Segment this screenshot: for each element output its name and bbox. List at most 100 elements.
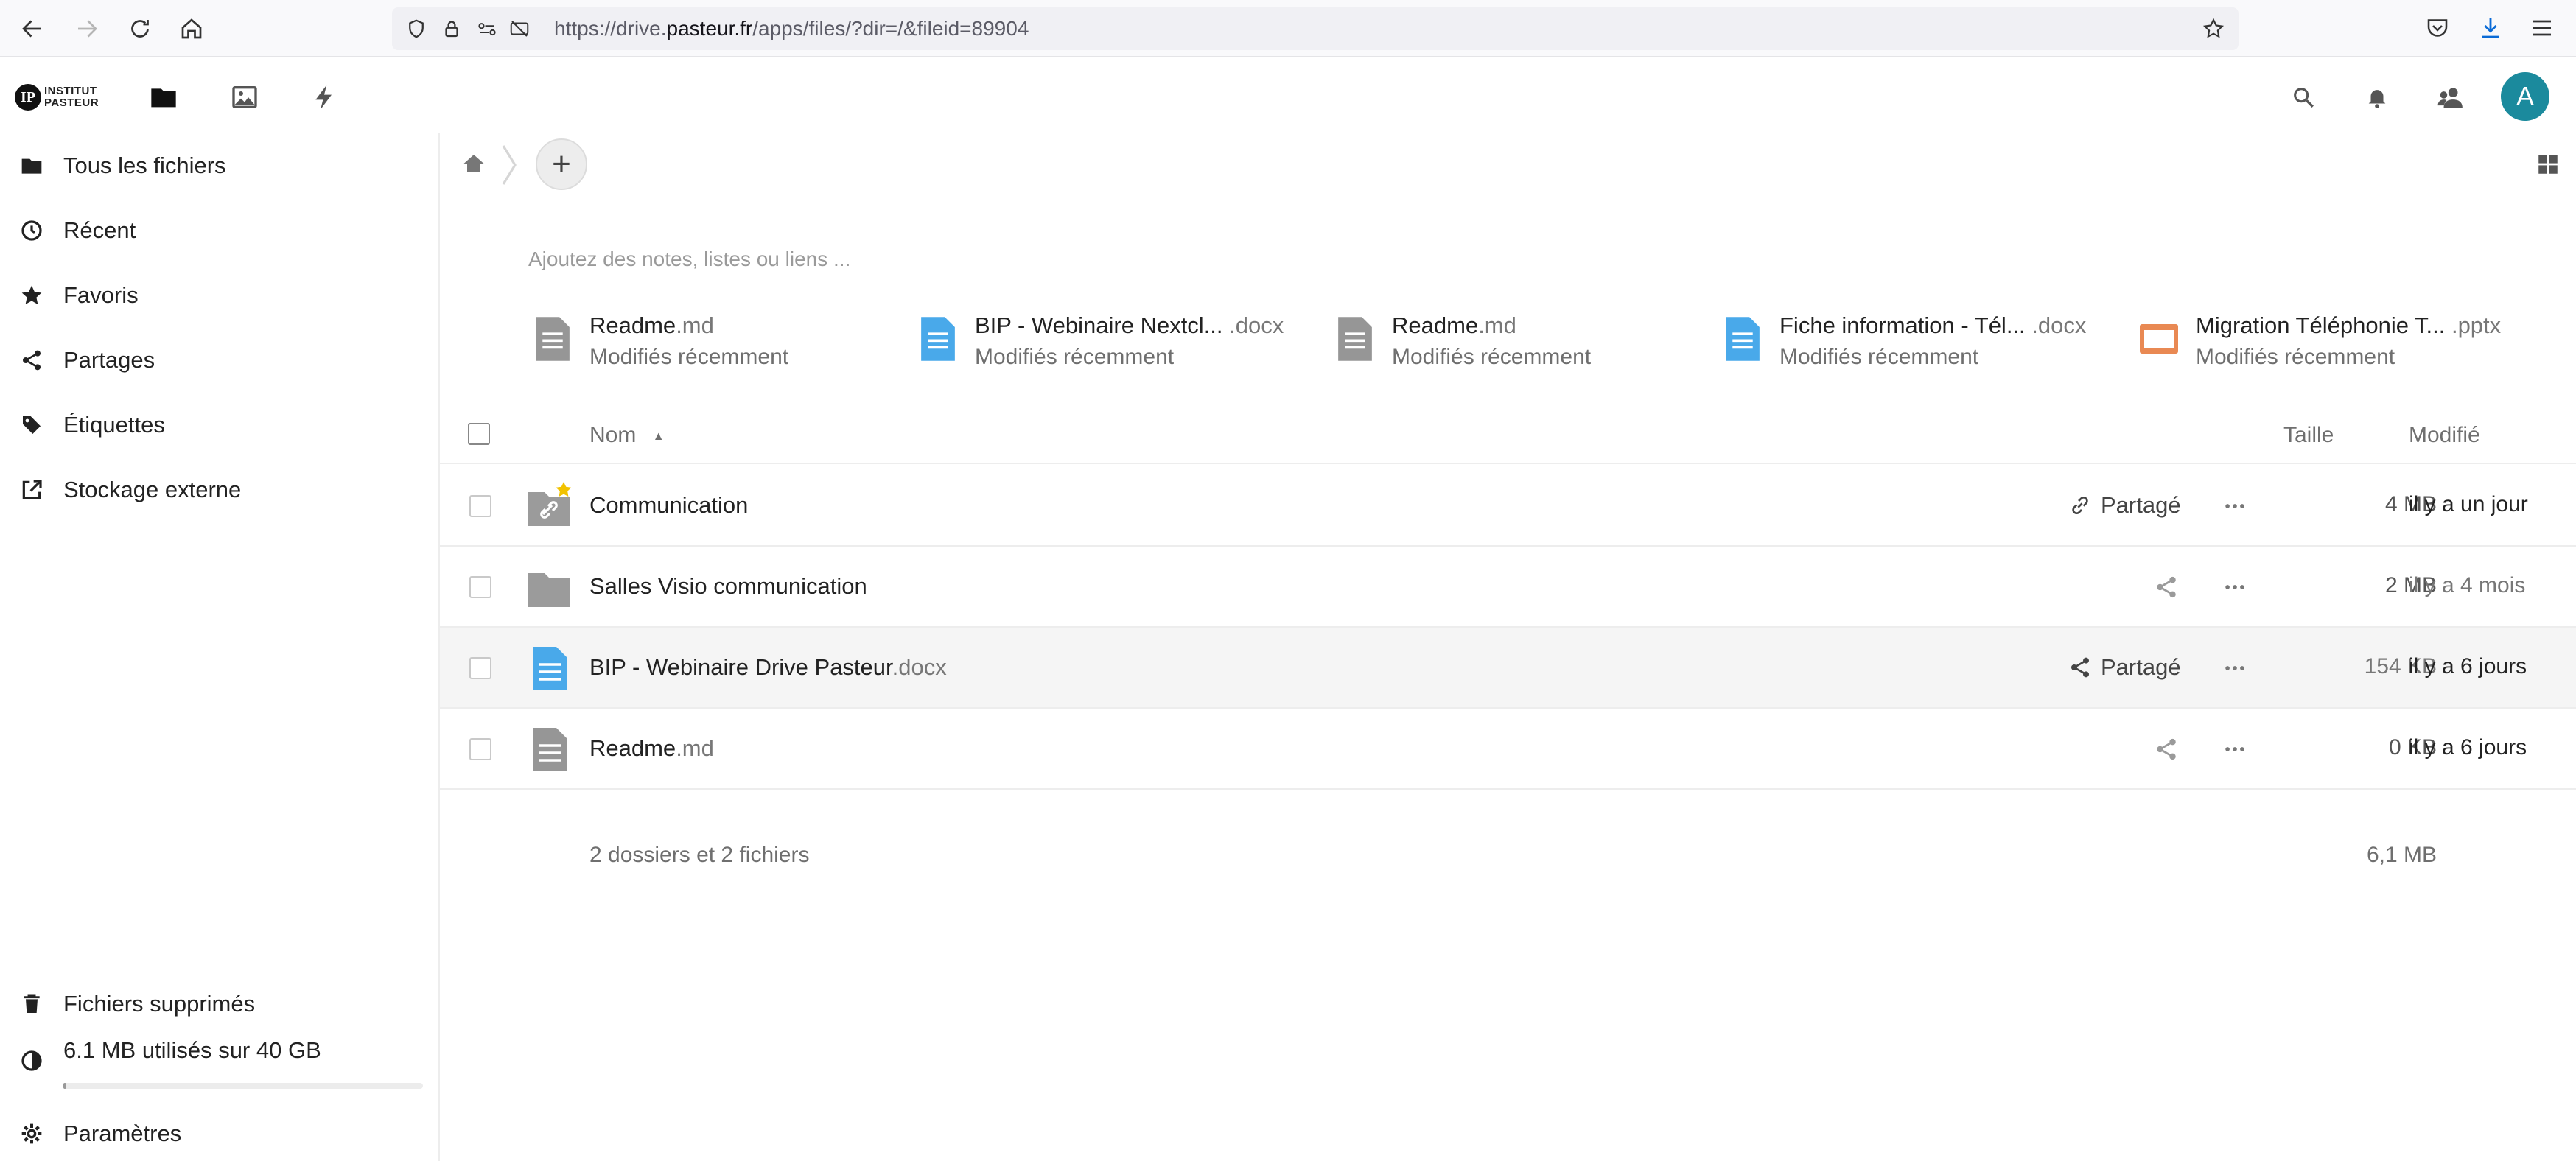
breadcrumb-home-icon[interactable] xyxy=(461,150,487,177)
file-name[interactable]: Salles Visio communication xyxy=(589,573,867,600)
forward-button[interactable] xyxy=(72,14,102,43)
text-file-icon xyxy=(533,728,567,771)
logo-line2: PASTEUR xyxy=(44,97,99,109)
gear-icon xyxy=(21,1123,42,1144)
share-icon xyxy=(23,350,41,371)
column-modified-header[interactable]: Modifié xyxy=(2409,423,2480,448)
share-icon[interactable] xyxy=(2154,575,2179,600)
folder-icon xyxy=(528,573,570,607)
recent-file-card[interactable]: Readme.md Modifiés récemment xyxy=(532,308,856,382)
search-icon xyxy=(2294,88,2314,108)
more-actions-icon[interactable] xyxy=(2222,494,2248,519)
recent-file-sub: Modifiés récemment xyxy=(1392,345,1592,369)
trash-icon xyxy=(24,994,40,1013)
file-modified: il y a 4 mois xyxy=(2409,573,2526,597)
table-row[interactable]: BIP - Webinaire Drive Pasteur.docx Parta… xyxy=(440,628,2576,709)
home-button[interactable] xyxy=(177,14,206,43)
recent-file-card[interactable]: Readme.md Modifiés récemment xyxy=(1334,308,1659,382)
share-button[interactable]: Partagé xyxy=(2068,492,2181,519)
star-icon xyxy=(21,285,42,305)
row-checkbox[interactable] xyxy=(469,738,491,760)
home-icon xyxy=(181,18,202,39)
rich-workspace-placeholder[interactable]: Ajoutez des notes, listes ou liens ... xyxy=(528,248,850,271)
search-button[interactable] xyxy=(2287,81,2320,113)
recent-file-card[interactable]: BIP - Webinaire Nextcl... .docx Modifiés… xyxy=(917,308,1284,382)
quota-progress-bar xyxy=(63,1083,423,1089)
file-name[interactable]: Communication xyxy=(589,492,748,519)
bookmark-star-icon[interactable] xyxy=(2202,17,2225,41)
more-actions-icon[interactable] xyxy=(2222,656,2248,681)
camera-blocked-icon[interactable] xyxy=(508,18,531,40)
sidebar-item-label: Paramètres xyxy=(63,1120,182,1146)
sidebar-item-settings[interactable]: Paramètres xyxy=(0,1108,440,1160)
image-icon xyxy=(232,86,257,108)
files-summary-size: 6,1 MB xyxy=(2366,843,2437,867)
logo-line1: INSTITUT xyxy=(44,85,97,97)
recent-file-name: Fiche information - Tél... .docx xyxy=(1779,312,2087,338)
share-button[interactable]: Partagé xyxy=(2068,654,2181,681)
file-name[interactable]: BIP - Webinaire Drive Pasteur.docx xyxy=(589,654,947,681)
select-all-checkbox[interactable] xyxy=(468,423,490,445)
more-actions-icon[interactable] xyxy=(2222,737,2248,762)
share-icon[interactable] xyxy=(2154,737,2179,762)
recent-file-name: Readme.md xyxy=(589,312,714,338)
recent-file-sub: Modifiés récemment xyxy=(975,345,1175,369)
row-checkbox[interactable] xyxy=(469,576,491,598)
text-file-icon xyxy=(536,317,570,361)
recent-file-name: Migration Téléphonie T... .pptx xyxy=(2196,312,2502,338)
back-button[interactable] xyxy=(18,14,47,43)
column-size-header[interactable]: Taille xyxy=(2283,423,2334,448)
column-name-header[interactable]: Nom ▲ xyxy=(589,423,665,448)
url-bar[interactable]: https://drive.pasteur.fr/apps/files/?dir… xyxy=(392,7,2239,50)
reload-icon xyxy=(131,20,149,38)
browser-toolbar: https://drive.pasteur.fr/apps/files/?dir… xyxy=(0,0,2576,57)
sidebar: Tous les fichiers Récent Favoris Partage… xyxy=(0,133,440,1161)
lightning-icon xyxy=(315,85,332,110)
files-summary: 2 dossiers et 2 fichiers xyxy=(589,843,810,867)
reload-button[interactable] xyxy=(125,14,155,43)
sidebar-item-shares[interactable]: Partages xyxy=(0,334,440,386)
sidebar-item-all-files[interactable]: Tous les fichiers xyxy=(0,140,440,192)
file-name[interactable]: Readme.md xyxy=(589,735,714,762)
sidebar-item-external-storage[interactable]: Stockage externe xyxy=(0,464,440,516)
sidebar-item-favorites[interactable]: Favoris xyxy=(0,270,440,321)
shield-icon[interactable] xyxy=(405,18,427,40)
pocket-icon[interactable] xyxy=(2424,15,2451,41)
permissions-icon[interactable] xyxy=(476,18,498,40)
user-avatar[interactable]: A xyxy=(2501,72,2549,121)
institut-pasteur-logo[interactable]: IP INSTITUT PASTEUR xyxy=(15,83,111,112)
download-icon[interactable] xyxy=(2477,15,2504,41)
sidebar-item-trash[interactable]: Fichiers supprimés xyxy=(0,978,440,1030)
notifications-button[interactable] xyxy=(2361,81,2393,113)
shared-link-folder-icon xyxy=(528,482,571,526)
more-actions-icon[interactable] xyxy=(2222,575,2248,600)
tag-icon xyxy=(23,416,41,434)
recent-file-card[interactable]: Migration Téléphonie T... .pptx Modifiés… xyxy=(2138,308,2521,382)
storage-quota[interactable]: 6.1 MB utilisés sur 40 GB xyxy=(0,1033,440,1084)
new-file-button[interactable]: + xyxy=(536,138,587,190)
file-modified: il y a 6 jours xyxy=(2409,735,2527,760)
contacts-button[interactable] xyxy=(2435,81,2467,113)
activity-app-button[interactable] xyxy=(307,80,342,115)
pie-chart-icon xyxy=(21,1050,42,1071)
table-row[interactable]: Salles Visio communication 2 MB il y a 4… xyxy=(440,547,2576,628)
sidebar-item-recent[interactable]: Récent xyxy=(0,205,440,256)
document-file-icon xyxy=(1726,317,1760,361)
arrow-right-icon xyxy=(78,20,97,38)
lock-icon[interactable] xyxy=(441,18,463,40)
url-text[interactable]: https://drive.pasteur.fr/apps/files/?dir… xyxy=(554,18,1029,40)
presentation-file-icon xyxy=(2140,324,2178,354)
menu-icon[interactable] xyxy=(2529,15,2555,41)
sidebar-item-label: Récent xyxy=(63,217,136,243)
table-row[interactable]: Communication Partagé 4 MB il y a un jou… xyxy=(440,466,2576,547)
grid-view-icon[interactable] xyxy=(2535,152,2561,177)
row-checkbox[interactable] xyxy=(469,495,491,517)
row-checkbox[interactable] xyxy=(469,657,491,679)
table-row[interactable]: Readme.md 0 KB il y a 6 jours xyxy=(440,709,2576,790)
clock-icon xyxy=(21,220,42,241)
files-app-button[interactable] xyxy=(146,80,181,115)
sidebar-item-label: Tous les fichiers xyxy=(63,152,226,178)
photos-app-button[interactable] xyxy=(227,80,262,115)
sidebar-item-tags[interactable]: Étiquettes xyxy=(0,399,440,451)
recent-file-card[interactable]: Fiche information - Tél... .docx Modifié… xyxy=(1722,308,2086,382)
